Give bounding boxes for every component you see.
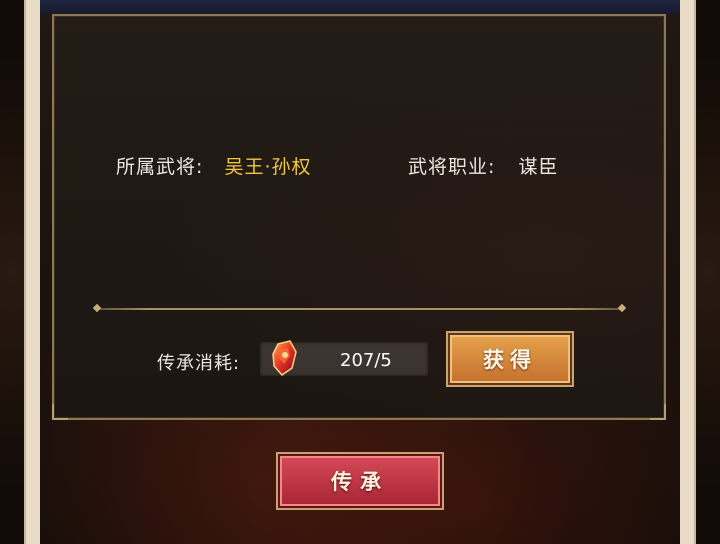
top-strip <box>40 0 680 14</box>
panel-corner-bottom-left <box>52 404 68 420</box>
red-gem-icon <box>268 338 300 378</box>
inherit-button[interactable]: 传承 <box>278 454 442 508</box>
section-divider <box>96 308 624 310</box>
general-value: 吴王·孙权 <box>224 156 312 178</box>
general-row: 所属武将: 吴王·孙权 <box>116 152 312 179</box>
panel-corner-bottom-right <box>650 404 666 420</box>
profession-row: 武将职业: 谋臣 <box>408 152 558 179</box>
general-label: 所属武将: <box>116 156 204 178</box>
background-right <box>696 0 720 544</box>
background-left <box>0 0 24 544</box>
cost-label: 传承消耗: <box>157 353 241 374</box>
profession-value: 谋臣 <box>518 156 559 178</box>
cost-value: 207/5 <box>340 350 392 371</box>
get-button[interactable]: 获得 <box>448 333 572 385</box>
profession-label: 武将职业: <box>408 156 496 178</box>
inherit-button-label: 传承 <box>331 469 389 494</box>
get-button-label: 获得 <box>483 347 537 372</box>
